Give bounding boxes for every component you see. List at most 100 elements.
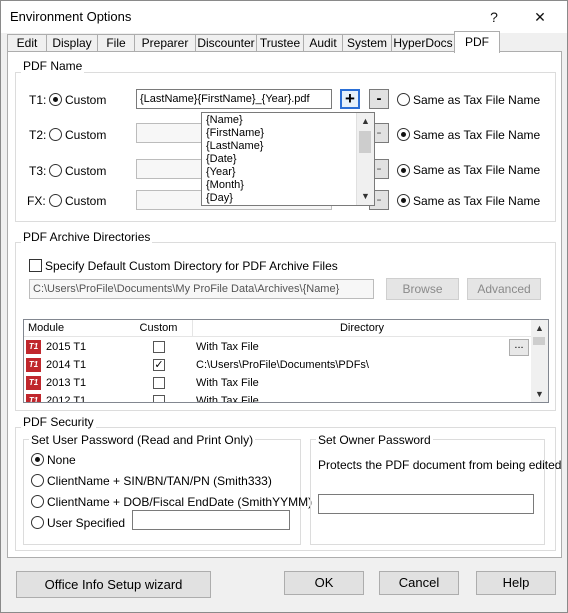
scroll-up-arrow-icon[interactable]: ▲ <box>531 320 548 336</box>
module-name: 2012 T1 <box>46 395 87 403</box>
dropdown-item-day[interactable]: {Day} <box>206 192 233 205</box>
t2-custom-radio[interactable] <box>49 128 62 141</box>
pw-sin-radio[interactable] <box>31 474 44 487</box>
t2-custom-label: Custom <box>65 128 107 142</box>
t1-filename-input[interactable]: {LastName}{FirstName}_{Year}.pdf <box>136 89 332 109</box>
dropdown-item-year[interactable]: {Year} <box>206 166 236 179</box>
fx-prefix: FX: <box>27 194 46 208</box>
t2-same-label: Same as Tax File Name <box>413 128 541 142</box>
owner-password-desc: Protects the PDF document from being edi… <box>318 458 562 472</box>
tab-preparer[interactable]: Preparer <box>134 34 196 52</box>
fx-custom-label: Custom <box>65 194 107 208</box>
grid-scrollbar[interactable]: ▲ ▼ <box>531 320 548 402</box>
scroll-up-arrow-icon[interactable]: ▲ <box>357 113 374 129</box>
dropdown-item-lastname[interactable]: {LastName} <box>206 140 263 153</box>
dropdown-item-name[interactable]: {Name} <box>206 114 243 127</box>
t1-insert-field-button[interactable]: + <box>340 89 360 109</box>
pw-sin-label: ClientName + SIN/BN/TAN/PN (Smith333) <box>47 474 272 488</box>
office-info-setup-wizard-button[interactable]: Office Info Setup wizard <box>16 571 211 598</box>
dropdown-item-date[interactable]: {Date} <box>206 153 237 166</box>
pw-user-specified-radio[interactable] <box>31 516 44 529</box>
tab-display[interactable]: Display <box>46 34 98 52</box>
t1-module-icon: T1 <box>26 358 41 372</box>
field-token-dropdown[interactable]: {Name} {FirstName} {LastName} {Date} {Ye… <box>201 112 375 206</box>
t3-custom-label: Custom <box>65 164 107 178</box>
t1-remove-button[interactable]: - <box>369 89 389 109</box>
tab-pdf[interactable]: PDF <box>454 31 500 53</box>
browse-button[interactable]: Browse <box>386 278 459 300</box>
help-icon[interactable]: ? <box>471 1 517 33</box>
default-custom-dir-checkbox[interactable] <box>29 259 42 272</box>
environment-options-window: Environment Options ? ✕ Edit Display Fil… <box>0 0 568 613</box>
archive-group-label: PDF Archive Directories <box>21 230 153 244</box>
directory-value: With Tax File <box>196 377 259 389</box>
advanced-button[interactable]: Advanced <box>467 278 541 300</box>
tab-discounter[interactable]: Discounter <box>195 34 257 52</box>
owner-password-group <box>310 439 545 545</box>
grid-scroll-thumb[interactable] <box>533 337 545 345</box>
t1-prefix: T1: <box>29 93 47 107</box>
t1-same-as-taxfile-radio[interactable] <box>397 93 410 106</box>
tab-file[interactable]: File <box>97 34 135 52</box>
table-row[interactable]: T1 2014 T1 ✓ C:\Users\ProFile\Documents\… <box>24 356 531 374</box>
column-header-custom[interactable]: Custom <box>125 320 193 337</box>
custom-checkbox[interactable] <box>153 341 165 353</box>
close-icon[interactable]: ✕ <box>517 1 563 33</box>
scroll-down-arrow-icon[interactable]: ▼ <box>531 386 548 402</box>
pw-dob-label: ClientName + DOB/Fiscal EndDate (SmithYY… <box>47 495 313 509</box>
owner-password-input[interactable] <box>318 494 534 514</box>
table-row[interactable]: T1 2012 T1 With Tax File <box>24 392 531 403</box>
title-bar: Environment Options ? ✕ <box>1 1 567 33</box>
default-custom-dir-label: Specify Default Custom Directory for PDF… <box>45 259 338 273</box>
directory-value: With Tax File <box>196 341 259 353</box>
t1-custom-radio[interactable] <box>49 93 62 106</box>
fx-same-as-taxfile-radio[interactable] <box>397 194 410 207</box>
t1-custom-label: Custom <box>65 93 107 107</box>
tab-system[interactable]: System <box>342 34 392 52</box>
security-group-label: PDF Security <box>21 415 96 429</box>
pw-dob-radio[interactable] <box>31 495 44 508</box>
dropdown-scroll-thumb[interactable] <box>359 131 371 153</box>
window-title: Environment Options <box>10 9 132 24</box>
custom-checkbox[interactable] <box>153 395 165 402</box>
dropdown-scrollbar[interactable]: ▲ ▼ <box>356 113 374 205</box>
tab-trustee[interactable]: Trustee <box>256 34 304 52</box>
directory-value: With Tax File <box>196 395 259 403</box>
dropdown-item-firstname[interactable]: {FirstName} <box>206 127 264 140</box>
column-header-module[interactable]: Module <box>24 320 129 337</box>
t2-same-as-taxfile-radio[interactable] <box>397 128 410 141</box>
table-row[interactable]: T1 2013 T1 With Tax File <box>24 374 531 392</box>
dropdown-item-month[interactable]: {Month} <box>206 179 244 192</box>
tab-hyperdocs[interactable]: HyperDocs <box>391 34 455 52</box>
t1-module-icon: T1 <box>26 376 41 390</box>
archive-path-input[interactable]: C:\Users\ProFile\Documents\My ProFile Da… <box>29 279 374 299</box>
browse-directory-ellipsis-button[interactable]: ... <box>509 339 529 356</box>
scroll-down-arrow-icon[interactable]: ▼ <box>357 188 374 204</box>
tab-audit[interactable]: Audit <box>303 34 343 52</box>
archive-module-grid[interactable]: Module Custom Directory T1 2015 T1 With … <box>23 319 549 403</box>
t1-same-label: Same as Tax File Name <box>413 93 541 107</box>
pw-none-radio[interactable] <box>31 453 44 466</box>
t1-module-icon: T1 <box>26 340 41 354</box>
ok-button[interactable]: OK <box>284 571 364 595</box>
table-row[interactable]: T1 2015 T1 With Tax File ... <box>24 338 531 356</box>
pw-user-specified-label: User Specified <box>47 516 126 530</box>
directory-value: C:\Users\ProFile\Documents\PDFs\ <box>196 359 369 371</box>
column-header-directory[interactable]: Directory <box>193 320 531 337</box>
t3-custom-radio[interactable] <box>49 164 62 177</box>
cancel-button[interactable]: Cancel <box>379 571 459 595</box>
t2-prefix: T2: <box>29 128 47 142</box>
custom-checkbox[interactable] <box>153 377 165 389</box>
custom-checkbox-checked[interactable]: ✓ <box>153 359 165 371</box>
fx-custom-radio[interactable] <box>49 194 62 207</box>
t3-same-as-taxfile-radio[interactable] <box>397 164 410 177</box>
fx-same-label: Same as Tax File Name <box>413 194 541 208</box>
user-password-input[interactable] <box>132 510 290 530</box>
module-name: 2013 T1 <box>46 377 87 389</box>
tab-edit[interactable]: Edit <box>7 34 47 52</box>
help-button[interactable]: Help <box>476 571 556 595</box>
pw-none-label: None <box>47 453 76 467</box>
user-password-label: Set User Password (Read and Print Only) <box>29 433 256 447</box>
t3-same-label: Same as Tax File Name <box>413 163 541 177</box>
t3-prefix: T3: <box>29 164 47 178</box>
